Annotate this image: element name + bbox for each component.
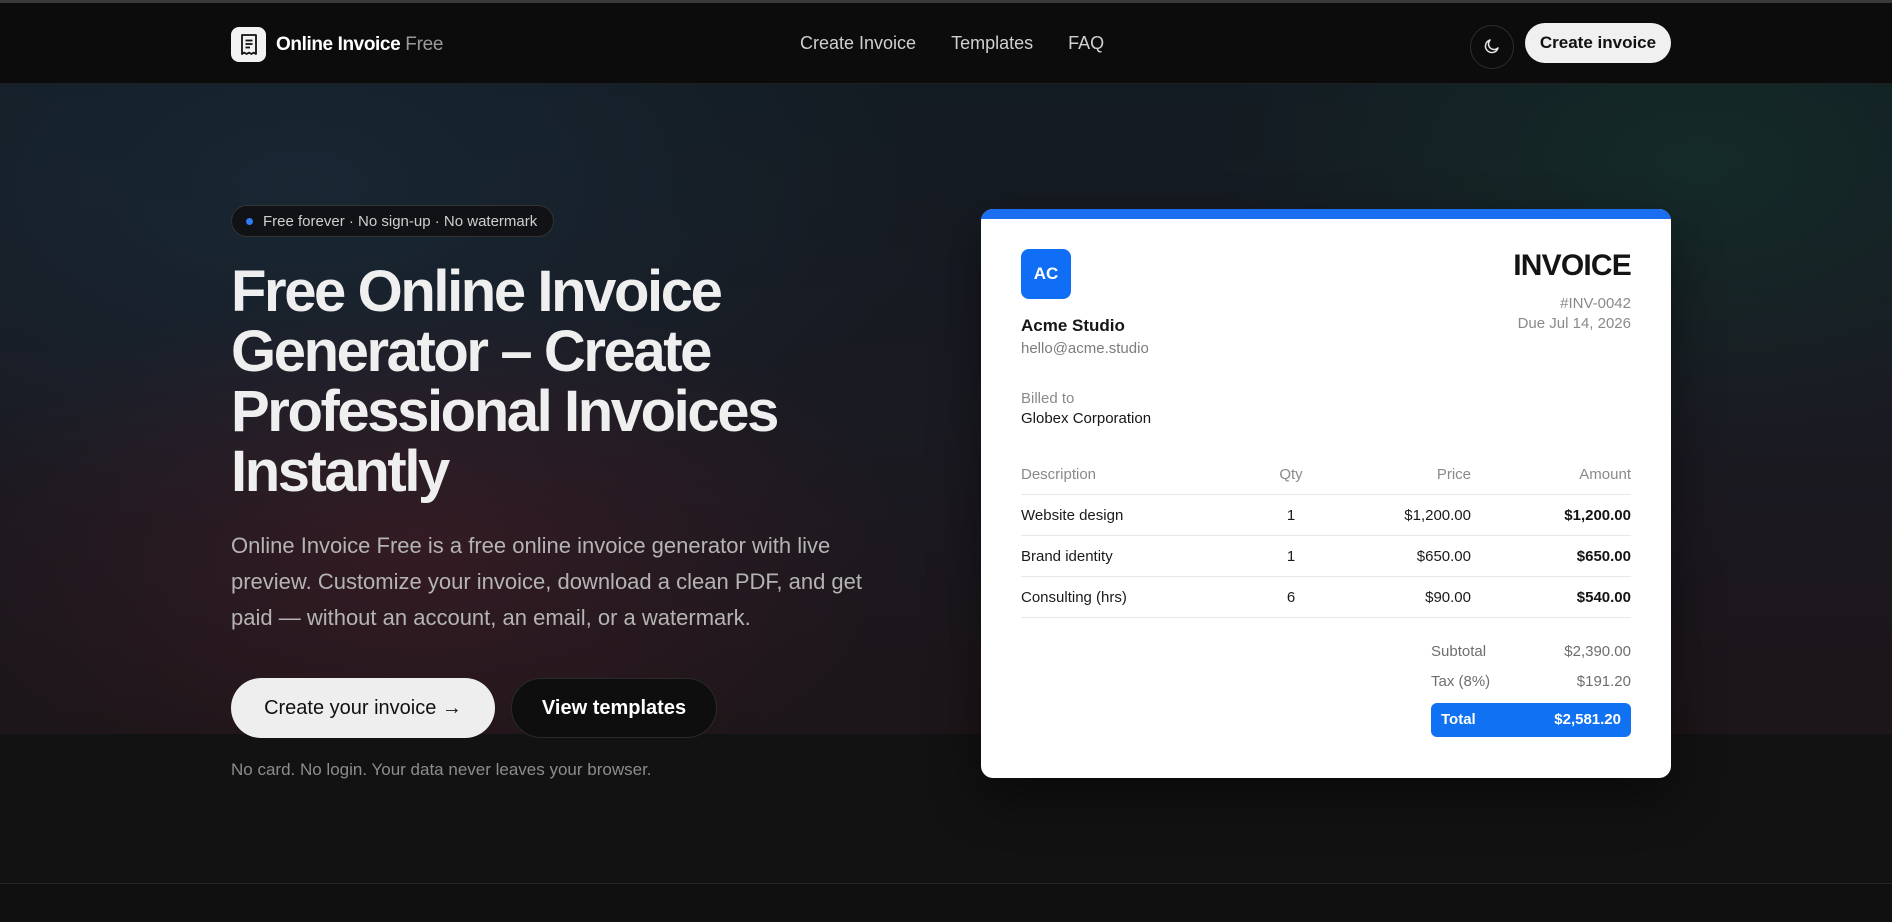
company-name: Acme Studio <box>1021 316 1125 335</box>
tax-row: Tax (8%) $191.20 <box>1431 667 1631 697</box>
item-price: $1,200.00 <box>1404 507 1471 524</box>
item-qty: 1 <box>1286 548 1296 565</box>
navbar: Online Invoice Free Create Invoice Templ… <box>0 3 1892 84</box>
item-price: $90.00 <box>1425 589 1471 606</box>
nav-link-faq[interactable]: FAQ <box>1068 33 1104 54</box>
column-header-price: Price <box>1436 466 1471 483</box>
invoice-due-date: Due Jul 14, 2026 <box>1517 315 1631 332</box>
table-row: Brand identity 1 $650.00 $650.00 <box>1021 536 1631 577</box>
billed-to-name: Globex Corporation <box>1021 410 1152 427</box>
subtotal-value: $2,390.00 <box>1564 643 1631 660</box>
receipt-icon <box>231 27 266 62</box>
billed-to-label: Billed to <box>1021 390 1075 407</box>
column-header-description: Description <box>1021 466 1097 483</box>
create-your-invoice-button[interactable]: Create your invoice → <box>231 678 495 738</box>
item-description: Website design <box>1021 507 1124 524</box>
view-templates-button[interactable]: View templates <box>511 678 717 738</box>
hero-title: Free Online Invoice Generator – Create P… <box>231 259 779 504</box>
subtotal-label: Subtotal <box>1431 643 1487 660</box>
invoice-title: INVOICE <box>1513 249 1632 282</box>
hero-badge-text: Free forever · No sign-up · No watermark <box>263 212 538 230</box>
table-row: Consulting (hrs) 6 $90.00 $540.00 <box>1021 577 1631 618</box>
hero-badge: Free forever · No sign-up · No watermark <box>231 205 555 237</box>
subtotal-row: Subtotal $2,390.00 <box>1431 637 1631 667</box>
column-header-amount: Amount <box>1579 466 1631 483</box>
hero-description: Online Invoice Free is a free online inv… <box>231 533 863 630</box>
company-email: hello@acme.studio <box>1021 340 1149 357</box>
hero-note: No card. No login. Your data never leave… <box>231 760 652 779</box>
line-items-table: Description Qty Price Amount Website des… <box>1021 454 1631 618</box>
item-amount: $1,200.00 <box>1564 507 1631 524</box>
table-row: Website design 1 $1,200.00 $1,200.00 <box>1021 495 1631 536</box>
item-qty: 6 <box>1286 589 1296 606</box>
item-price: $650.00 <box>1416 548 1471 565</box>
page: Online Invoice Free Create Invoice Templ… <box>0 0 1892 922</box>
tax-value: $191.20 <box>1576 673 1631 690</box>
nav-links: Create Invoice Templates FAQ <box>800 33 1104 54</box>
brand-home-link[interactable]: Online Invoice Free <box>231 27 443 62</box>
invoice-number: #INV-0042 <box>1560 295 1631 312</box>
brand-suffix: Free <box>405 33 444 55</box>
next-section-strip <box>0 884 1892 922</box>
total-value: $2,581.20 <box>1554 711 1621 728</box>
item-description: Brand identity <box>1021 548 1113 565</box>
company-logo: AC <box>1021 249 1071 299</box>
status-dot-icon <box>246 217 253 225</box>
nav-link-create-invoice[interactable]: Create Invoice <box>800 33 916 54</box>
brand-name: Online Invoice <box>276 33 401 55</box>
item-description: Consulting (hrs) <box>1021 589 1127 606</box>
invoice-accent-bar <box>981 209 1671 219</box>
table-header: Description Qty Price Amount <box>1021 454 1631 495</box>
column-header-qty: Qty <box>1279 466 1303 483</box>
create-invoice-nav-button[interactable]: Create invoice <box>1525 23 1671 63</box>
item-qty: 1 <box>1286 507 1296 524</box>
item-amount: $540.00 <box>1576 589 1631 606</box>
tax-label: Tax (8%) <box>1431 673 1491 690</box>
theme-toggle-button[interactable] <box>1470 25 1514 69</box>
total-row: Total $2,581.20 <box>1431 703 1631 737</box>
nav-link-templates[interactable]: Templates <box>951 33 1033 54</box>
moon-icon <box>1483 37 1501 58</box>
item-amount: $650.00 <box>1576 548 1631 565</box>
total-label: Total <box>1441 711 1476 728</box>
invoice-preview-card: AC Acme Studio hello@acme.studio INVOICE… <box>981 209 1671 778</box>
